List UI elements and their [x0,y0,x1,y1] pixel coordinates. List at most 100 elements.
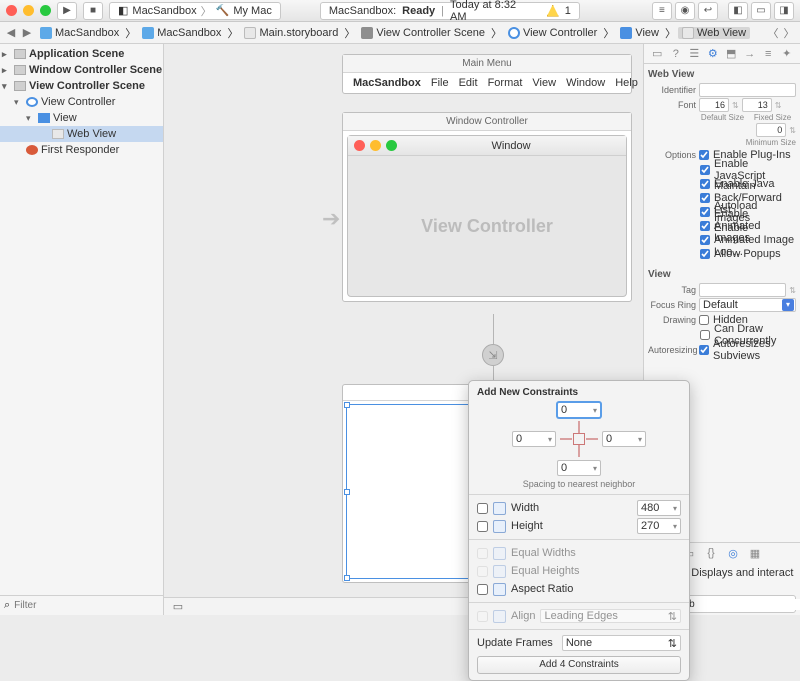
initial-vc-arrow-icon[interactable]: ➔ [322,206,340,232]
identifier-field[interactable] [699,83,796,97]
attributes-inspector-icon[interactable]: ⚙ [706,47,720,61]
tag-field[interactable] [699,283,786,297]
opt-autoload[interactable] [700,207,710,217]
crumb-storyboard[interactable]: Main.storyboard [240,27,342,39]
main-menu-title: Main Menu [343,55,631,73]
width-icon [493,502,506,515]
close-icon[interactable] [6,5,17,16]
nav-back-icon[interactable]: ◀ [4,26,18,40]
opt-autoresize[interactable] [699,345,709,355]
spacing-diagram-icon [560,421,598,457]
right-spacing-field[interactable]: 0▾ [602,431,646,447]
top-spacing-field[interactable]: 0▾ [557,402,601,418]
window-controller-object[interactable]: Window Controller Window View Controller [342,112,632,302]
stop-button[interactable]: ■ [83,2,103,20]
editor-version-icon[interactable]: ↩ [698,2,718,20]
font-default-field[interactable]: 16 [699,98,729,112]
resize-handle[interactable] [344,402,350,408]
opt-hidden[interactable] [699,315,709,325]
crumb-vc[interactable]: View Controller [504,27,601,39]
toggle-navigator-icon[interactable]: ◧ [728,2,748,20]
section-webview: Web View [648,67,796,82]
width-check[interactable] [477,503,488,514]
crumb-group[interactable]: MacSandbox [138,27,225,39]
crumb-webview[interactable]: Web View [678,27,750,39]
minimize-icon[interactable] [23,5,34,16]
crumb-project[interactable]: MacSandbox [36,27,123,39]
activity-status: MacSandbox: Ready | Today at 8:32 AM 1 [320,2,580,20]
aspect-check[interactable] [477,584,488,595]
min-size-field[interactable]: 0 [756,123,786,137]
outline-toggle-icon[interactable]: ▭ [170,600,186,614]
resize-handle[interactable] [344,489,350,495]
warning-icon[interactable] [547,5,559,17]
align-select: Leading Edges⇅ [540,609,681,623]
equal-widths-check [477,548,488,559]
add-constraints-button[interactable]: Add 4 Constraints [477,656,681,674]
equal-heights-check [477,566,488,577]
opt-anim-loop[interactable] [700,235,710,245]
toggle-debug-icon[interactable]: ▭ [751,2,771,20]
font-fixed-field[interactable]: 13 [742,98,772,112]
identity-inspector-icon[interactable]: ☰ [687,47,701,61]
bindings-inspector-icon[interactable]: ≡ [761,47,775,61]
height-check[interactable] [477,521,488,532]
help-inspector-icon[interactable]: ? [669,47,683,61]
opt-java[interactable] [700,179,710,189]
update-frames-select[interactable]: None⇅ [562,635,681,651]
hammer-icon: 🔨 [216,4,230,17]
align-check [477,611,488,622]
nav-next-icon[interactable]: 〉 [782,26,796,40]
outline-filter[interactable]: ⌕ [0,595,163,615]
filter-input[interactable] [14,600,159,611]
connections-inspector-icon[interactable]: → [743,47,757,61]
library-search-input[interactable] [676,599,800,610]
bottom-spacing-field[interactable]: 0▾ [557,460,601,476]
node-view[interactable]: ▾View [0,110,163,126]
traffic-lights [6,5,51,16]
opt-popups[interactable] [700,249,710,259]
resize-handle[interactable] [344,575,350,581]
opt-plugins[interactable] [699,150,709,160]
menu-bar[interactable]: MacSandboxFileEditFormatViewWindowHelp [343,73,631,93]
editor-standard-icon[interactable]: ≡ [652,2,672,20]
crumb-view[interactable]: View [616,27,663,39]
nav-prev-icon[interactable]: 〈 [766,26,780,40]
scene-application[interactable]: ▸Application Scene [0,46,163,62]
left-spacing-field[interactable]: 0▾ [512,431,556,447]
crumb-scene[interactable]: View Controller Scene [357,27,489,39]
inspector-tab-bar: ▭ ? ☰ ⚙ ⬒ → ≡ ✦ [644,44,800,64]
effects-inspector-icon[interactable]: ✦ [780,47,794,61]
editor-assistant-icon[interactable]: ◉ [675,2,695,20]
size-inspector-icon[interactable]: ⬒ [724,47,738,61]
scene-window-controller[interactable]: ▸Window Controller Scene [0,62,163,78]
jump-bar: ◀ ▶ MacSandbox 〉 MacSandbox 〉 Main.story… [0,22,800,44]
height-field[interactable]: 270▾ [637,518,681,534]
opt-backfwd[interactable] [700,193,710,203]
run-button[interactable]: ▶ [57,2,77,20]
toggle-inspector-icon[interactable]: ◨ [774,2,794,20]
main-menu-object[interactable]: Main Menu MacSandboxFileEditFormatViewWi… [342,54,632,94]
node-vc[interactable]: ▾View Controller [0,94,163,110]
node-first-responder[interactable]: First Responder [0,142,163,158]
lib-objects-icon[interactable]: ◎ [726,546,740,560]
window-controller-title: Window Controller [343,113,631,131]
node-webview[interactable]: Web View [0,126,163,142]
nav-fwd-icon[interactable]: ▶ [20,26,34,40]
file-inspector-icon[interactable]: ▭ [650,47,664,61]
width-field[interactable]: 480▾ [637,500,681,516]
lib-snippets-icon[interactable]: {} [704,546,718,560]
lib-media-icon[interactable]: ▦ [748,546,762,560]
opt-concurrent[interactable] [700,330,710,340]
section-view: View [648,267,796,282]
scene-view-controller[interactable]: ▾View Controller Scene [0,78,163,94]
zoom-icon[interactable] [40,5,51,16]
window-titlebar: ▶ ■ ◧ MacSandbox 〉 🔨 My Mac MacSandbox: … [0,0,800,22]
opt-anim[interactable] [700,221,710,231]
app-icon: ◧ [118,4,128,17]
scheme-selector[interactable]: ◧ MacSandbox 〉 🔨 My Mac [109,2,281,20]
document-outline: ▸Application Scene ▸Window Controller Sc… [0,44,164,615]
opt-js[interactable] [700,165,710,175]
focus-ring-select[interactable]: Default▾ [699,298,796,312]
aspect-icon [493,583,506,596]
